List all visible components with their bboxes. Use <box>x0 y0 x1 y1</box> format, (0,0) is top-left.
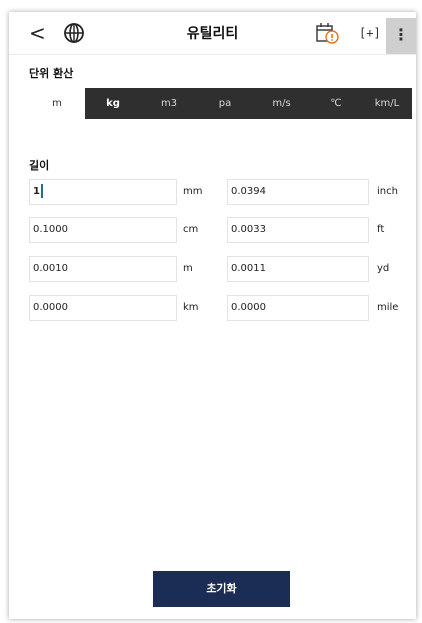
yd-input[interactable]: 0.0011 <box>227 256 369 282</box>
m-input[interactable]: 0.0010 <box>29 256 177 282</box>
mm-unit-label: mm <box>183 186 203 197</box>
tab-pressure-pa[interactable]: pa <box>197 88 253 119</box>
yd-unit-label: yd <box>377 263 390 274</box>
inch-unit-label: inch <box>377 186 398 197</box>
km-unit-label: km <box>183 302 199 313</box>
tab-temperature-c[interactable]: ℃ <box>310 88 362 119</box>
mile-unit-label: mile <box>377 302 399 313</box>
inch-input[interactable]: 0.0394 <box>227 179 369 205</box>
ft-input[interactable]: 0.0033 <box>227 217 369 243</box>
more-vertical-icon[interactable]: ⋮ <box>386 18 416 54</box>
unit-category-tabs: m kg m3 pa m/s ℃ km/L <box>29 88 412 119</box>
mile-input[interactable]: 0.0000 <box>227 295 369 321</box>
tab-volume-m3[interactable]: m3 <box>141 88 197 119</box>
cm-input[interactable]: 0.1000 <box>29 217 177 243</box>
fullscreen-icon[interactable]: [+] <box>359 23 381 43</box>
tab-speed-ms[interactable]: m/s <box>253 88 310 119</box>
length-section-title: 길이 <box>29 159 50 172</box>
cm-unit-label: cm <box>183 224 199 235</box>
m-unit-label: m <box>183 263 193 274</box>
mm-value: 1 <box>33 186 40 197</box>
km-input[interactable]: 0.0000 <box>29 295 177 321</box>
conversion-row-mm-inch: 1 mm 0.0394 inch <box>29 179 412 205</box>
tab-length-m[interactable]: m <box>29 88 85 119</box>
tab-fuel-kml[interactable]: km/L <box>362 88 412 119</box>
mm-input[interactable]: 1 <box>29 179 177 205</box>
tab-weight-kg[interactable]: kg <box>85 88 141 119</box>
globe-icon[interactable] <box>63 22 85 44</box>
header-divider <box>9 54 416 55</box>
conversion-row-cm-ft: 0.1000 cm 0.0033 ft <box>29 217 412 243</box>
unit-conversion-title: 단위 환산 <box>29 67 74 80</box>
conversion-row-km-mile: 0.0000 km 0.0000 mile <box>29 295 412 321</box>
text-cursor <box>40 184 43 198</box>
top-app-bar: < 유틸리티 [+] ⋮ <box>9 12 416 54</box>
reset-button[interactable]: 초기화 <box>153 571 290 607</box>
app-window: < 유틸리티 [+] ⋮ 단위 환산 m kg m3 pa m/s ℃ km/L… <box>9 12 416 619</box>
back-icon[interactable]: < <box>29 21 49 45</box>
ft-unit-label: ft <box>377 224 385 235</box>
calendar-alert-icon[interactable] <box>315 21 341 45</box>
conversion-row-m-yd: 0.0010 m 0.0011 yd <box>29 256 412 282</box>
